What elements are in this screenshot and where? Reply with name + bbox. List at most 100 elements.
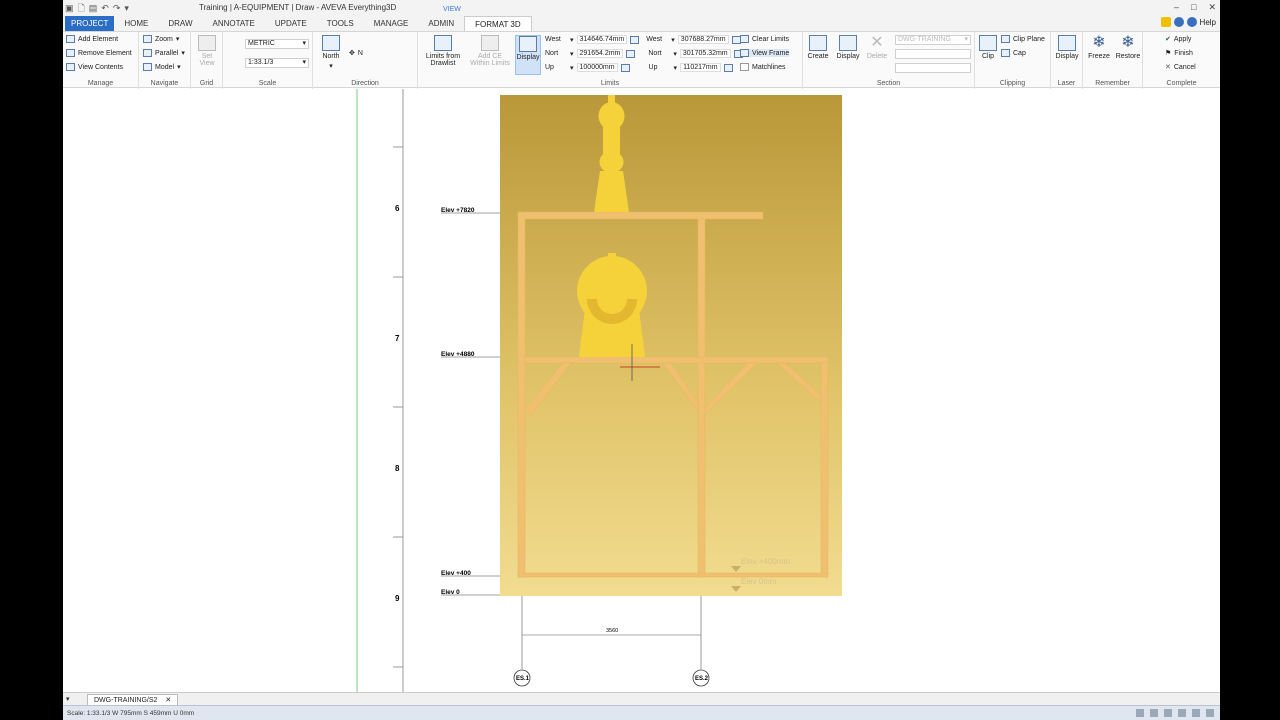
spin-icon[interactable]: ▾ xyxy=(674,64,678,72)
section-field-2[interactable] xyxy=(895,49,971,59)
group-section: Create Display ✕ Delete DWG-TRAINING ▾ Se… xyxy=(803,32,975,89)
zoom-icon xyxy=(143,35,152,43)
ortho-icon[interactable] xyxy=(1164,709,1172,717)
grid-toggle-icon[interactable] xyxy=(1150,709,1158,717)
section-select[interactable]: DWG-TRAINING ▾ xyxy=(895,35,971,45)
customize-icon[interactable]: ▾ xyxy=(124,2,129,14)
north-button[interactable]: North ▾ xyxy=(319,35,343,70)
limits-display-button[interactable]: Display xyxy=(515,35,541,75)
view-contents-button[interactable]: View Contents xyxy=(66,63,123,71)
clip-button[interactable]: Clip xyxy=(979,35,997,60)
north-max-field[interactable]: 301705.32mm xyxy=(679,49,731,58)
cap-button[interactable]: Cap xyxy=(1001,49,1026,57)
parallel-button[interactable]: Parallel ▾ xyxy=(143,49,185,57)
help-icon[interactable] xyxy=(1186,17,1197,27)
layout-icon[interactable] xyxy=(1206,709,1214,717)
units-select[interactable]: METRIC ▾ xyxy=(245,39,309,49)
minimize-button[interactable]: – xyxy=(1174,2,1179,13)
apply-button[interactable]: ✔ Apply xyxy=(1165,35,1191,44)
undo-icon[interactable]: ↶ xyxy=(101,2,109,14)
zoom-extents-icon[interactable] xyxy=(1178,709,1186,717)
set-view-button[interactable]: Set View xyxy=(197,35,217,67)
section-create-button[interactable]: Create xyxy=(807,35,829,60)
zoom-button[interactable]: Zoom ▾ xyxy=(143,35,179,43)
add-ce-within-limits-button[interactable]: Add CE Within Limits xyxy=(468,35,512,67)
up-min-field[interactable]: 100000mm xyxy=(576,63,618,72)
pick-icon[interactable] xyxy=(723,63,733,72)
group-label-grid: Grid xyxy=(199,80,214,87)
spin-icon[interactable]: ▾ xyxy=(673,50,677,58)
west-min-field[interactable]: 314646.74mm xyxy=(576,35,628,44)
elev-label-0: Elev 0 xyxy=(441,589,460,596)
section-delete-button[interactable]: ✕ Delete xyxy=(865,35,889,61)
info-icon[interactable] xyxy=(1173,17,1184,27)
tab-list-icon[interactable]: ▾ xyxy=(66,695,70,703)
model-view-frame[interactable] xyxy=(500,95,842,596)
grid-marker-es1-label: ES.1 xyxy=(516,676,530,682)
help-link[interactable]: Help xyxy=(1200,18,1216,27)
vessel-neck xyxy=(603,125,620,155)
add-element-button[interactable]: Add Element xyxy=(66,35,118,43)
section-display-button[interactable]: Display xyxy=(835,35,861,60)
group-laser: Display Laser xyxy=(1051,32,1083,89)
finish-button[interactable]: ⚑ Finish xyxy=(1165,49,1193,58)
laser-display-button[interactable]: Display xyxy=(1055,35,1079,60)
pan-icon[interactable] xyxy=(1192,709,1200,717)
spin-icon[interactable]: ▾ xyxy=(570,50,574,58)
maximize-button[interactable]: □ xyxy=(1191,2,1196,13)
section-field-3[interactable] xyxy=(895,63,971,73)
view-frame-button[interactable]: View Frame xyxy=(740,49,790,57)
north-min-field[interactable]: 291654.2mm xyxy=(576,49,624,58)
app-icon[interactable]: ▣ xyxy=(65,2,74,14)
scale-select[interactable]: 1:33.1/3 ▾ xyxy=(245,58,309,68)
cancel-button[interactable]: ✕ Cancel xyxy=(1165,63,1196,72)
elev-right-label-400: Elev +400mm xyxy=(741,557,790,566)
west-max-field[interactable]: 307688.27mm xyxy=(677,35,729,44)
up-max-field[interactable]: 110217mm xyxy=(680,63,721,72)
tab-update[interactable]: UPDATE xyxy=(265,16,317,31)
spin-icon[interactable]: ▾ xyxy=(570,64,574,72)
tab-project[interactable]: PROJECT xyxy=(65,16,115,31)
ribbon-tab-bar: VIEW PROJECT HOME DRAW ANNOTATE UPDATE T… xyxy=(63,6,1220,31)
save-icon[interactable]: ▤ xyxy=(89,2,98,14)
restore-button[interactable]: ❄ Restore xyxy=(1115,35,1141,61)
ribbon: Add Element Remove Element View Contents… xyxy=(63,31,1220,89)
new-icon[interactable]: 🗋 xyxy=(78,2,85,14)
pick-icon[interactable] xyxy=(620,63,630,72)
tab-tools[interactable]: TOOLS xyxy=(317,16,364,31)
chevron-down-icon: ▾ xyxy=(964,36,968,43)
tab-manage[interactable]: MANAGE xyxy=(364,16,419,31)
group-label-section: Section xyxy=(876,80,901,87)
close-tab-icon[interactable]: ✕ xyxy=(165,697,171,704)
horizontal-vessel[interactable] xyxy=(577,253,647,357)
remove-element-button[interactable]: Remove Element xyxy=(66,49,132,57)
spin-icon[interactable]: ▾ xyxy=(570,36,574,44)
group-label-direction: Direction xyxy=(351,80,379,87)
group-label-remember: Remember xyxy=(1095,80,1130,87)
tab-home[interactable]: HOME xyxy=(114,16,158,31)
chevron-down-icon: ▾ xyxy=(302,40,306,47)
tab-annotate[interactable]: ANNOTATE xyxy=(203,16,265,31)
close-button[interactable]: ✕ xyxy=(1208,2,1216,13)
tab-format-3d[interactable]: FORMAT 3D xyxy=(464,16,532,31)
model-button[interactable]: Model ▾ xyxy=(143,63,181,71)
freeze-button[interactable]: ❄ Freeze xyxy=(1087,35,1111,61)
snap-icon[interactable] xyxy=(1136,709,1144,717)
view-frame-icon xyxy=(740,49,749,57)
create-section-icon xyxy=(809,35,827,51)
clip-plane-button[interactable]: Clip Plane xyxy=(1001,35,1045,43)
redo-icon[interactable]: ↷ xyxy=(113,2,121,14)
vessel-top-nozzle xyxy=(608,253,616,259)
tab-admin[interactable]: ADMIN xyxy=(418,16,464,31)
direction-n-indicator[interactable]: ✥ N xyxy=(349,49,363,58)
drawing-canvas[interactable]: 6 7 8 9 Elev +7820 Elev +4880 Elev +400 … xyxy=(63,89,1220,692)
tab-draw[interactable]: DRAW xyxy=(158,16,202,31)
close-icon: ✕ xyxy=(1165,64,1171,71)
pin-icon[interactable] xyxy=(1160,17,1171,27)
spin-icon[interactable]: ▾ xyxy=(671,36,675,44)
pick-icon[interactable] xyxy=(630,35,640,44)
clear-limits-button[interactable]: Clear Limits xyxy=(740,35,789,43)
limits-from-drawlist-button[interactable]: Limits from Drawlist xyxy=(423,35,463,67)
matchlines-checkbox[interactable]: Matchlines xyxy=(740,63,785,71)
pick-icon[interactable] xyxy=(626,49,636,58)
